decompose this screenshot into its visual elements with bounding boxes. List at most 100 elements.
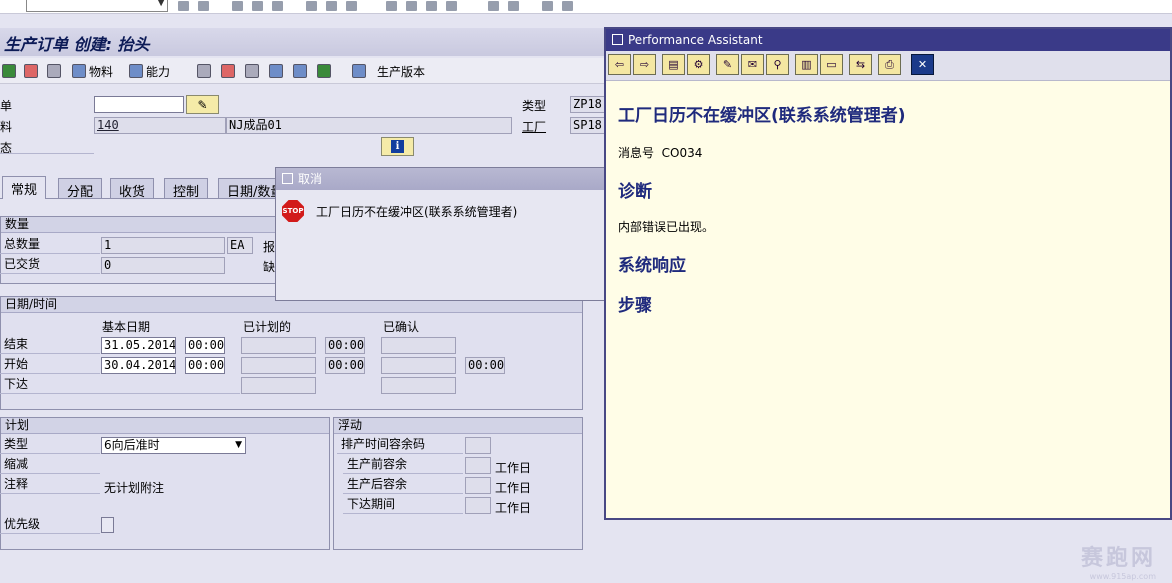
copy-icon bbox=[293, 64, 307, 78]
performance-assistant-titlebar[interactable]: Performance Assistant bbox=[606, 29, 1170, 51]
status-info-button[interactable]: i bbox=[381, 137, 414, 156]
chevron-down-icon[interactable]: ▼ bbox=[157, 0, 165, 8]
capacity-icon bbox=[129, 64, 143, 78]
send-button[interactable]: ⇆ bbox=[849, 54, 872, 75]
end-scheduled-time: 00:00 bbox=[325, 337, 365, 354]
start-time-field[interactable]: 00:00 bbox=[185, 357, 225, 374]
frame-button[interactable]: ▭ bbox=[820, 54, 843, 75]
close-icon: ✕ bbox=[917, 58, 928, 71]
help-icon[interactable] bbox=[542, 1, 553, 11]
system-toolbar: ▼ bbox=[0, 0, 1172, 14]
forward-button[interactable]: ⇨ bbox=[633, 54, 656, 75]
hierarchy-button[interactable] bbox=[197, 63, 211, 79]
end-time-field[interactable]: 00:00 bbox=[185, 337, 225, 354]
comment-button[interactable]: ✉ bbox=[741, 54, 764, 75]
total-qty-field[interactable]: 1 bbox=[101, 237, 225, 254]
steps-heading: 步骤 bbox=[618, 296, 652, 316]
sched-margin-label: 排产时间容余码 bbox=[337, 436, 463, 454]
find-next-icon[interactable] bbox=[346, 1, 357, 11]
window-icon bbox=[282, 173, 293, 184]
material-button[interactable]: 物料 bbox=[72, 63, 113, 79]
prod-version-label: 生产版本 bbox=[377, 64, 426, 79]
back-nav-icon[interactable] bbox=[232, 1, 243, 11]
document-button[interactable] bbox=[317, 63, 331, 79]
save-icon[interactable] bbox=[198, 1, 209, 11]
last-page-icon[interactable] bbox=[446, 1, 457, 11]
status-flag-button[interactable] bbox=[2, 63, 16, 79]
release-label: 下达 bbox=[0, 376, 240, 394]
message-number-value: CO034 bbox=[661, 146, 703, 160]
total-qty-label: 总数量 bbox=[0, 236, 100, 254]
layout-icon[interactable] bbox=[562, 1, 573, 11]
watermark-text: 赛跑网 bbox=[1080, 546, 1156, 571]
scheduling-type-dropdown[interactable]: 6向后准时 ▼ bbox=[101, 437, 246, 454]
technical-info-button[interactable]: ▤ bbox=[662, 54, 685, 75]
prod-version-button[interactable]: 生产版本 bbox=[352, 63, 425, 79]
component-button[interactable] bbox=[221, 63, 235, 79]
float-before-field bbox=[465, 457, 491, 474]
exit-icon[interactable] bbox=[252, 1, 263, 11]
print-button[interactable]: ⎙ bbox=[878, 54, 901, 75]
find-icon[interactable] bbox=[326, 1, 337, 11]
delivered-field: 0 bbox=[101, 257, 225, 274]
material-field[interactable]: 140 bbox=[94, 117, 226, 134]
back-icon[interactable] bbox=[178, 1, 189, 11]
prev-page-icon[interactable] bbox=[406, 1, 417, 11]
priority-field[interactable] bbox=[101, 517, 114, 533]
calculator-button[interactable] bbox=[47, 63, 61, 79]
back-button[interactable]: ⇦ bbox=[608, 54, 631, 75]
print-icon[interactable] bbox=[306, 1, 317, 11]
order-field[interactable] bbox=[94, 96, 184, 113]
release-period-unit: 工作日 bbox=[495, 501, 532, 515]
copy-button[interactable] bbox=[293, 63, 307, 79]
overview-button[interactable] bbox=[24, 63, 38, 79]
shortcut-icon[interactable] bbox=[508, 1, 519, 11]
sched-margin-field[interactable] bbox=[465, 437, 491, 454]
sequence-button[interactable] bbox=[245, 63, 259, 79]
new-session-icon[interactable] bbox=[488, 1, 499, 11]
priority-label: 优先级 bbox=[0, 516, 100, 534]
cancel-dialog-title: 取消 bbox=[298, 172, 323, 186]
command-field[interactable]: ▼ bbox=[26, 0, 168, 12]
tab-general[interactable]: 常规 bbox=[2, 176, 47, 199]
book-icon: ▤ bbox=[668, 58, 679, 71]
end-date-field[interactable]: 31.05.2014 bbox=[101, 337, 176, 354]
edit-button[interactable]: ✎ bbox=[186, 95, 219, 114]
capacity-button[interactable]: 能力 bbox=[129, 63, 170, 79]
unit-field: EA bbox=[227, 237, 253, 254]
end-label: 结束 bbox=[0, 336, 100, 354]
close-button[interactable]: ✕ bbox=[911, 54, 934, 75]
tab-control[interactable]: 控制 bbox=[164, 178, 209, 200]
tab-assignment[interactable]: 分配 bbox=[58, 178, 103, 200]
diagnosis-text: 内部错误已出现。 bbox=[618, 220, 715, 234]
pa-heading: 工厂日历不在缓冲区(联系系统管理者) bbox=[618, 106, 906, 126]
material-button-label: 物料 bbox=[89, 64, 114, 79]
watermark-logo: 赛跑网 www.915ap.com bbox=[1081, 540, 1156, 581]
end-scheduled-date bbox=[241, 337, 316, 354]
start-confirmed-date bbox=[381, 357, 456, 374]
first-page-icon[interactable] bbox=[386, 1, 397, 11]
start-label: 开始 bbox=[0, 356, 100, 374]
chevron-down-icon: ▼ bbox=[235, 440, 242, 450]
calculator-icon bbox=[47, 64, 61, 78]
cancel-icon[interactable] bbox=[272, 1, 283, 11]
scheduling-type-label: 类型 bbox=[0, 436, 100, 454]
tab-goods-receipt[interactable]: 收货 bbox=[110, 178, 155, 200]
performance-assistant-window: Performance Assistant ⇦ ⇨ ▤ ⚙ ✎ ✉ ⚲ ▥ ▭ … bbox=[604, 27, 1172, 520]
float-before-label: 生产前容余 bbox=[343, 456, 463, 474]
network-button[interactable] bbox=[269, 63, 283, 79]
screen-title-bar: 生产订单 创建: 抬头 bbox=[0, 28, 610, 56]
edit-text-button[interactable]: ✎ bbox=[716, 54, 739, 75]
start-confirmed-time: 00:00 bbox=[465, 357, 505, 374]
tab-general-label: 常规 bbox=[11, 183, 38, 198]
next-page-icon[interactable] bbox=[426, 1, 437, 11]
technical-details-button[interactable]: ⚙ bbox=[687, 54, 710, 75]
tab-dates-quantities[interactable]: 日期/数量 bbox=[218, 178, 280, 199]
performance-assistant-title: Performance Assistant bbox=[628, 33, 763, 47]
cancel-dialog-titlebar[interactable]: 取消 bbox=[276, 168, 614, 190]
pencil-icon: ✎ bbox=[197, 97, 208, 112]
glossary-button[interactable]: ▥ bbox=[795, 54, 818, 75]
start-date-field[interactable]: 30.04.2014 bbox=[101, 357, 176, 374]
search-button[interactable]: ⚲ bbox=[766, 54, 789, 75]
material-label: 料 bbox=[0, 120, 13, 134]
